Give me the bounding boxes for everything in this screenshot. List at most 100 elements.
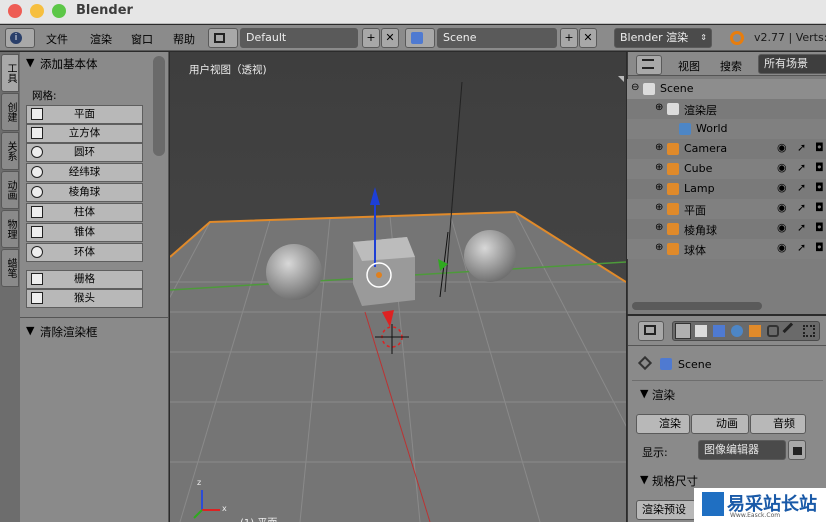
menu-window[interactable]: 窗口 <box>131 31 153 47</box>
add-circle-button[interactable]: 圆环 <box>26 143 143 162</box>
tab-grease-pencil[interactable]: 蜡笔 <box>1 249 19 287</box>
tab-tools[interactable]: 工具 <box>1 54 19 92</box>
minimize-window-button[interactable] <box>30 4 44 18</box>
world-context-icon[interactable] <box>731 325 743 337</box>
selectable-cursor-icon[interactable]: ➚ <box>797 181 806 194</box>
add-ico-sphere-button[interactable]: 棱角球 <box>26 183 143 202</box>
menu-help[interactable]: 帮助 <box>173 31 195 47</box>
outliner-item[interactable]: ⊕ Lamp ◉ ➚ ◘ <box>627 179 826 199</box>
tab-relations[interactable]: 关系 <box>1 132 19 170</box>
close-window-button[interactable] <box>8 4 22 18</box>
render-engine-select[interactable]: Blender 渲染 ⇕ <box>614 28 712 48</box>
delete-screen-button[interactable]: ✕ <box>381 28 399 48</box>
outliner-item[interactable]: ⊕ Cube ◉ ➚ ◘ <box>627 159 826 179</box>
outliner-item[interactable]: ⊕ 平面 ◉ ➚ ◘ <box>627 199 826 219</box>
visibility-eye-icon[interactable]: ◉ <box>777 201 787 214</box>
add-grid-button[interactable]: 栅格 <box>26 270 143 289</box>
wrench-icon[interactable] <box>782 322 800 340</box>
add-monkey-button[interactable]: 猴头 <box>26 289 143 308</box>
selectable-cursor-icon[interactable]: ➚ <box>797 241 806 254</box>
visibility-eye-icon[interactable]: ◉ <box>777 161 787 174</box>
object-context-icon[interactable] <box>749 325 761 337</box>
scene-context-icon[interactable] <box>713 325 725 337</box>
panel-arrow-icon[interactable]: ▼ <box>640 387 648 400</box>
pin-icon[interactable] <box>637 355 653 371</box>
render-image-button[interactable]: 渲染 <box>636 414 690 434</box>
add-primitive-panel-title[interactable]: 添加基本体 <box>40 56 98 72</box>
add-uv-sphere-button[interactable]: 经纬球 <box>26 163 143 182</box>
3d-viewport[interactable]: 用户视图（透视) z x (1) 平面 <box>170 52 626 522</box>
uv-sphere[interactable] <box>464 230 516 282</box>
panel-arrow-icon[interactable]: ▼ <box>640 473 648 486</box>
add-plane-button[interactable]: 平面 <box>26 105 143 124</box>
add-torus-button[interactable]: 环体 <box>26 243 143 262</box>
outliner-item[interactable]: ⊕ 球体 ◉ ➚ ◘ <box>627 239 826 259</box>
selectable-cursor-icon[interactable]: ➚ <box>797 221 806 234</box>
render-camera-icon[interactable]: ◘ <box>815 201 824 214</box>
expand-toggle-icon[interactable]: ⊕ <box>655 242 663 253</box>
maximize-window-button[interactable] <box>52 4 66 18</box>
context-tabs[interactable] <box>672 321 820 341</box>
layers-context-icon[interactable] <box>695 325 707 337</box>
render-preset-button[interactable]: 渲染预设 <box>636 500 696 520</box>
expand-toggle-icon[interactable]: ⊕ <box>655 102 663 113</box>
render-audio-button[interactable]: 音频 <box>750 414 806 434</box>
screen-layout-button[interactable] <box>208 28 238 48</box>
delete-scene-button[interactable]: ✕ <box>579 28 597 48</box>
outliner-item[interactable]: ⊕ 渲染层 <box>627 99 826 119</box>
viewport-canvas[interactable] <box>170 52 626 522</box>
expand-toggle-icon[interactable]: ⊕ <box>655 142 663 153</box>
outliner-view-menu[interactable]: 视图 <box>678 58 700 74</box>
tab-physics[interactable]: 物理 <box>1 210 19 248</box>
render-context-icon[interactable] <box>675 323 691 339</box>
add-cone-button[interactable]: 锥体 <box>26 223 143 242</box>
menu-file[interactable]: 文件 <box>46 31 68 47</box>
visibility-eye-icon[interactable]: ◉ <box>777 241 787 254</box>
expand-toggle-icon[interactable]: ⊖ <box>631 82 639 93</box>
display-mode-select[interactable]: 图像编辑器 <box>698 440 786 460</box>
outliner-item[interactable]: ⊕ 棱角球 ◉ ➚ ◘ <box>627 219 826 239</box>
render-camera-icon[interactable]: ◘ <box>815 141 824 154</box>
add-scene-button[interactable]: + <box>560 28 578 48</box>
outliner-item[interactable]: World <box>627 119 826 139</box>
panel-arrow-icon[interactable]: ▼ <box>26 324 34 337</box>
render-animation-button[interactable]: 动画 <box>691 414 749 434</box>
selectable-cursor-icon[interactable]: ➚ <box>797 161 806 174</box>
panel-arrow-icon[interactable]: ▼ <box>26 56 34 69</box>
particles-context-icon[interactable] <box>803 325 815 337</box>
render-camera-icon[interactable]: ◘ <box>815 181 824 194</box>
clear-border-panel-title[interactable]: 清除渲染框 <box>40 324 98 340</box>
scene-name-field[interactable]: Scene <box>437 28 557 48</box>
menu-render[interactable]: 渲染 <box>90 31 112 47</box>
render-camera-icon[interactable]: ◘ <box>815 241 824 254</box>
visibility-eye-icon[interactable]: ◉ <box>777 141 787 154</box>
tab-create[interactable]: 创建 <box>1 93 19 131</box>
visibility-eye-icon[interactable]: ◉ <box>777 221 787 234</box>
screen-name-field[interactable]: Default <box>240 28 358 48</box>
lock-interface-button[interactable] <box>788 440 806 460</box>
add-cylinder-button[interactable]: 柱体 <box>26 203 143 222</box>
render-panel-title[interactable]: 渲染 <box>652 387 675 403</box>
scene-selector-button[interactable] <box>405 28 435 48</box>
dimensions-panel-title[interactable]: 规格尺寸 <box>652 473 698 489</box>
add-screen-button[interactable]: + <box>362 28 380 48</box>
expand-toggle-icon[interactable]: ⊕ <box>655 182 663 193</box>
horizontal-scrollbar[interactable] <box>632 302 762 310</box>
outliner-search-menu[interactable]: 搜索 <box>720 58 742 74</box>
scrollbar[interactable] <box>153 56 165 156</box>
render-camera-icon[interactable]: ◘ <box>815 221 824 234</box>
expand-toggle-icon[interactable]: ⊕ <box>655 162 663 173</box>
outliner-item[interactable]: ⊕ Camera ◉ ➚ ◘ <box>627 139 826 159</box>
add-cube-button[interactable]: 立方体 <box>26 124 143 143</box>
selectable-cursor-icon[interactable]: ➚ <box>797 141 806 154</box>
properties-editor-button[interactable] <box>638 321 664 341</box>
visibility-eye-icon[interactable]: ◉ <box>777 181 787 194</box>
tab-animation[interactable]: 动画 <box>1 171 19 209</box>
expand-toggle-icon[interactable]: ⊕ <box>655 222 663 233</box>
ico-sphere[interactable] <box>266 244 322 300</box>
expand-toggle-icon[interactable]: ⊕ <box>655 202 663 213</box>
constraints-context-icon[interactable] <box>767 325 779 337</box>
outliner-item[interactable]: ⊖ Scene <box>627 79 826 99</box>
editor-type-button[interactable]: i <box>5 28 35 48</box>
render-camera-icon[interactable]: ◘ <box>815 161 824 174</box>
